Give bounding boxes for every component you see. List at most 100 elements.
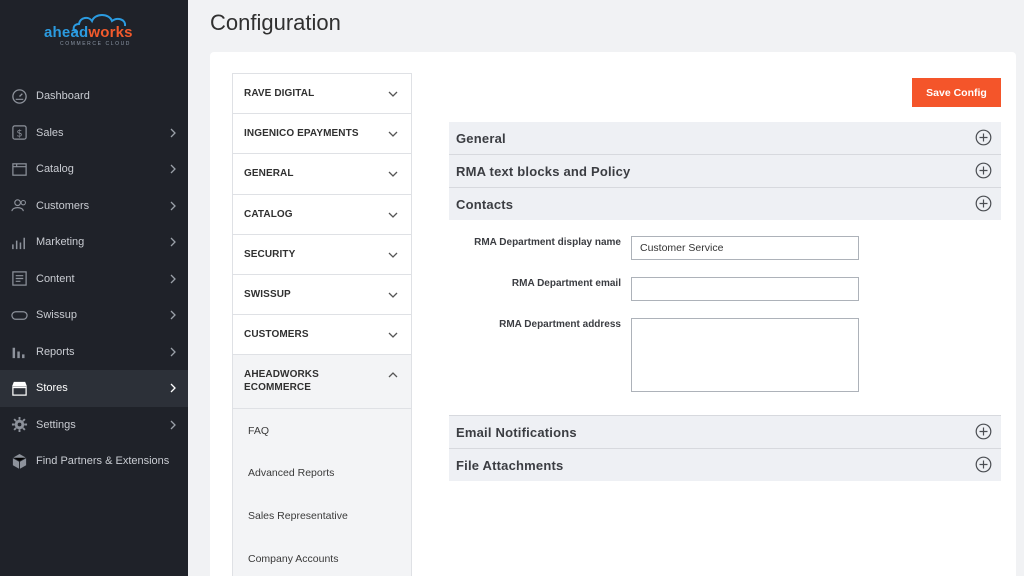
- section-contacts[interactable]: Contacts: [449, 188, 1001, 220]
- nav-item-marketing[interactable]: Marketing: [0, 224, 188, 261]
- users-icon: [10, 197, 28, 215]
- section-email-notifications[interactable]: Email Notifications: [449, 416, 1001, 448]
- email-label: RMA Department email: [511, 278, 621, 289]
- nav-label-sales: Sales: [36, 126, 64, 139]
- chevron-right-icon: [170, 274, 176, 283]
- nav-item-customers[interactable]: Customers: [0, 188, 188, 225]
- subitem-advanced-reports[interactable]: Advanced Reports: [233, 452, 411, 495]
- tab-label: SWISSUP: [244, 289, 291, 301]
- chevron-down-icon: [388, 212, 398, 218]
- tab-catalog[interactable]: CATALOG: [233, 195, 411, 235]
- reports-icon: [10, 343, 28, 361]
- store-icon: [10, 379, 28, 397]
- chevron-right-icon: [170, 164, 176, 174]
- nav-label-swissup: Swissup: [36, 309, 77, 322]
- chevron-right-icon: [170, 383, 176, 393]
- section-title: Contacts: [456, 196, 514, 212]
- nav-label-dashboard: Dashboard: [36, 90, 90, 103]
- logo-tagline: COMMERCE CLOUD: [60, 41, 132, 47]
- expand-plus-icon: [975, 162, 992, 179]
- nav-label-content: Content: [36, 272, 75, 285]
- section-general[interactable]: General: [449, 122, 1001, 154]
- chevron-right-icon: [170, 237, 176, 247]
- cube-icon: [10, 452, 28, 470]
- chevron-right-icon: [170, 201, 176, 210]
- section-title: Email Notifications: [456, 424, 577, 440]
- subitem-faq[interactable]: FAQ: [233, 409, 411, 452]
- nav-label-customers: Customers: [36, 199, 90, 212]
- section-title: General: [456, 130, 506, 146]
- logo-wordmark: aheadworks: [44, 24, 133, 41]
- tab-swissup[interactable]: SWISSUP: [233, 275, 411, 316]
- nav-item-dashboard[interactable]: Dashboard: [0, 78, 188, 115]
- nav-item-swissup[interactable]: Swissup: [0, 297, 188, 334]
- main-nav: Dashboard $ Sales Catalog Customers Mark…: [0, 78, 188, 480]
- tab-label: INGENICO EPAYMENTS: [244, 128, 359, 140]
- chevron-down-icon: [388, 292, 398, 298]
- nav-item-sales[interactable]: $ Sales: [0, 115, 188, 152]
- tab-general[interactable]: GENERAL: [233, 154, 411, 195]
- subitem-company-accounts[interactable]: Company Accounts: [233, 537, 411, 576]
- nav-label-marketing: Marketing: [36, 236, 85, 249]
- expand-plus-icon: [975, 195, 992, 212]
- tab-label: GENERAL: [244, 168, 294, 180]
- address-label: RMA Department address: [499, 319, 621, 330]
- svg-text:$: $: [16, 129, 22, 140]
- aheadworks-logo[interactable]: aheadworks COMMERCE CLOUD: [40, 12, 150, 47]
- tab-label: CATALOG: [244, 208, 293, 220]
- catalog-icon: [10, 160, 28, 178]
- email-input[interactable]: [631, 277, 859, 301]
- nav-item-find-partners[interactable]: Find Partners & Extensions: [0, 443, 188, 480]
- tab-ingenico-epayments[interactable]: INGENICO EPAYMENTS: [233, 114, 411, 155]
- section-title: File Attachments: [456, 457, 564, 473]
- nav-item-content[interactable]: Content: [0, 261, 188, 298]
- config-tabs: RAVE DIGITAL INGENICO EPAYMENTS GENERAL …: [232, 73, 412, 576]
- chevron-down-icon: [388, 252, 398, 258]
- tab-label: SECURITY: [244, 248, 296, 260]
- dashboard-icon: [10, 87, 28, 105]
- nav-item-settings[interactable]: Settings: [0, 407, 188, 444]
- chevron-down-icon: [388, 91, 398, 97]
- nav-item-catalog[interactable]: Catalog: [0, 151, 188, 188]
- chevron-up-icon: [388, 372, 398, 378]
- save-config-button[interactable]: Save Config: [912, 78, 1001, 107]
- gear-icon: [10, 416, 28, 434]
- section-title: RMA text blocks and Policy: [456, 163, 631, 179]
- address-textarea[interactable]: [631, 318, 859, 392]
- sidebar: aheadworks COMMERCE CLOUD Dashboard $ Sa…: [0, 0, 188, 576]
- tab-security[interactable]: SECURITY: [233, 235, 411, 275]
- expand-plus-icon: [975, 129, 992, 146]
- nav-label-stores: Stores: [36, 382, 68, 395]
- chevron-down-icon: [388, 332, 398, 339]
- expand-plus-icon: [975, 423, 992, 440]
- content-icon: [10, 270, 28, 288]
- display-name-label: RMA Department display name: [474, 237, 621, 248]
- section-rma-text-blocks[interactable]: RMA text blocks and Policy: [449, 155, 1001, 187]
- swissup-icon: [10, 306, 28, 324]
- nav-label-reports: Reports: [36, 345, 75, 358]
- display-name-input[interactable]: [631, 236, 859, 260]
- chevron-right-icon: [170, 347, 176, 356]
- tab-aheadworks-ecommerce[interactable]: AHEADWORKS ECOMMERCE: [233, 355, 411, 410]
- chevron-right-icon: [170, 310, 176, 320]
- chevron-right-icon: [170, 420, 176, 429]
- tab-label: CUSTOMERS: [244, 329, 309, 341]
- nav-item-reports[interactable]: Reports: [0, 334, 188, 371]
- dollar-icon: $: [10, 124, 28, 142]
- nav-label-settings: Settings: [36, 418, 76, 431]
- nav-label-catalog: Catalog: [36, 163, 74, 176]
- nav-label-find-partners: Find Partners & Extensions: [36, 455, 170, 468]
- tab-subitems: FAQ Advanced Reports Sales Representativ…: [233, 409, 411, 576]
- subitem-sales-representative[interactable]: Sales Representative: [233, 495, 411, 538]
- tab-rave-digital[interactable]: RAVE DIGITAL: [233, 74, 411, 115]
- chevron-right-icon: [170, 128, 176, 137]
- tab-customers[interactable]: CUSTOMERS: [233, 315, 411, 356]
- chevron-down-icon: [388, 131, 398, 138]
- chevron-down-icon: [388, 171, 398, 178]
- tab-label: AHEADWORKS ECOMMERCE: [244, 369, 319, 394]
- page-title: Configuration: [210, 10, 341, 35]
- nav-item-stores[interactable]: Stores: [0, 370, 188, 407]
- section-file-attachments[interactable]: File Attachments: [449, 449, 1001, 481]
- tab-label: RAVE DIGITAL: [244, 88, 315, 100]
- expand-plus-icon: [975, 456, 992, 473]
